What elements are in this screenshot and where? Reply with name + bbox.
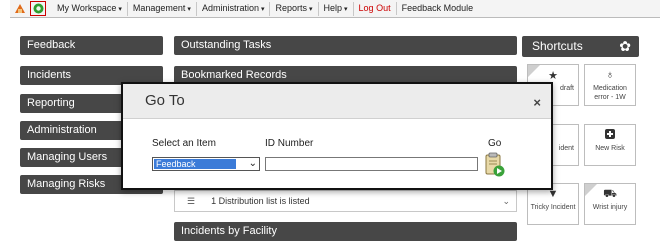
menu-administration[interactable]: Administration ▾ bbox=[197, 1, 271, 16]
tile-fold bbox=[528, 65, 540, 77]
shortcut-tile-new-risk[interactable]: New Risk bbox=[584, 124, 636, 166]
logout-link[interactable]: Log Out bbox=[354, 2, 397, 15]
select-item-label: Select an Item bbox=[152, 138, 216, 149]
dialog-header: Go To × bbox=[123, 84, 551, 119]
incidents-by-facility-header[interactable]: Incidents by Facility bbox=[174, 222, 517, 241]
shortcuts-header: Shortcuts ✿ bbox=[522, 36, 639, 57]
go-button[interactable] bbox=[484, 152, 506, 178]
plus-icon bbox=[585, 129, 635, 142]
menu-help[interactable]: Help ▾ bbox=[319, 1, 354, 16]
menu-my-workspace[interactable]: My Workspace ▾ bbox=[52, 1, 128, 16]
sidebar-item-feedback[interactable]: Feedback bbox=[20, 36, 163, 55]
close-icon[interactable]: × bbox=[533, 95, 541, 110]
chevron-down-icon[interactable]: ⌄ bbox=[249, 158, 257, 170]
refresh-icon[interactable] bbox=[30, 1, 46, 16]
top-menu-bar: My Workspace ▾ Management ▾ Administration… bbox=[10, 0, 660, 18]
go-label: Go bbox=[488, 138, 502, 149]
list-icon: ☰ bbox=[187, 195, 196, 206]
id-number-input[interactable] bbox=[265, 157, 478, 171]
item-select[interactable]: Feedback ⌄ bbox=[152, 157, 260, 171]
menu-management[interactable]: Management ▾ bbox=[128, 1, 197, 16]
id-number-label: ID Number bbox=[265, 138, 314, 149]
tile-fold bbox=[585, 184, 597, 196]
home-icon[interactable] bbox=[12, 1, 28, 16]
distribution-text: 1 Distribution list is listed bbox=[211, 196, 310, 206]
distribution-list-row[interactable]: ☰ 1 Distribution list is listed ⌄ bbox=[174, 190, 517, 212]
gear-icon[interactable]: ✿ bbox=[619, 36, 631, 57]
shortcut-tile-medication-error[interactable]: ♁ Medication error - 1W bbox=[584, 64, 636, 106]
item-select-value: Feedback bbox=[154, 159, 236, 169]
dialog-title: Go To bbox=[145, 92, 185, 109]
outstanding-tasks-header[interactable]: Outstanding Tasks bbox=[174, 36, 517, 55]
menu-feedback-module[interactable]: Feedback Module bbox=[397, 2, 479, 15]
menu-reports[interactable]: Reports ▾ bbox=[270, 1, 319, 16]
shortcuts-title: Shortcuts bbox=[532, 39, 583, 53]
lightbulb-icon: ♁ bbox=[605, 69, 615, 81]
shortcut-tile-wrist-injury[interactable]: ⛟ Wrist injury bbox=[584, 183, 636, 225]
clipboard-go-icon bbox=[485, 152, 505, 177]
chevron-down-icon[interactable]: ⌄ bbox=[502, 196, 510, 207]
go-to-dialog: Go To × Select an Item ID Number Go Feed… bbox=[121, 82, 553, 190]
